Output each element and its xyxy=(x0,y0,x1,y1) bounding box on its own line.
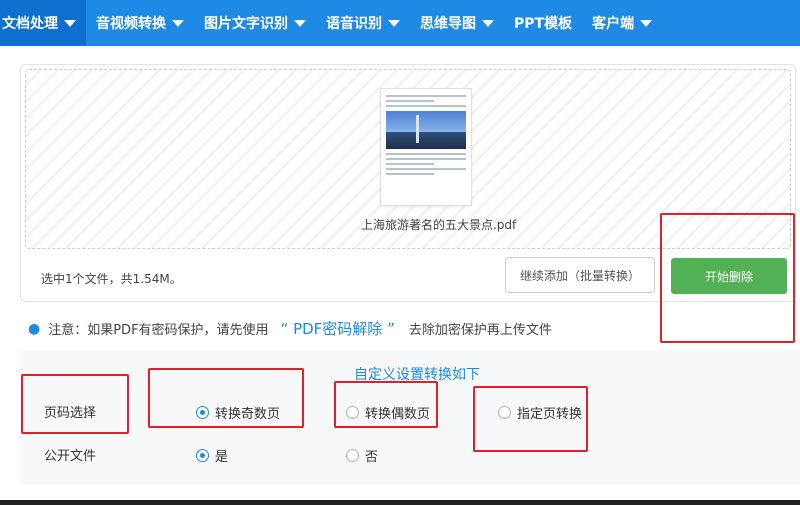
annotation-box-specified-pages xyxy=(473,386,588,452)
continue-add-button[interactable]: 继续添加（批量转换） xyxy=(505,257,655,293)
nav-item-label: 思维导图 xyxy=(420,16,476,32)
annotation-box-even-pages xyxy=(334,381,438,428)
bottom-border xyxy=(0,500,800,505)
nav-item-label: 文档处理 xyxy=(2,16,58,32)
notice-suffix: 去除加密保护再上传文件 xyxy=(408,323,552,338)
caret-down-icon xyxy=(482,19,494,27)
file-card[interactable]: 上海旅游著名的五大景点.pdf xyxy=(361,88,517,233)
bullet-icon: ● xyxy=(28,320,41,337)
annotation-box-page-select xyxy=(21,374,129,434)
pdf-thumbnail xyxy=(380,88,472,206)
annotation-box-start-button xyxy=(660,213,795,343)
notice-prefix: 注意：如果PDF有密码保护，请先使用 xyxy=(48,323,269,338)
nav-item-av-convert[interactable]: 音视频转换 xyxy=(86,0,194,46)
file-name: 上海旅游著名的五大景点.pdf xyxy=(361,218,517,232)
radio-public-yes[interactable]: 是 xyxy=(196,446,228,465)
radio-public-no[interactable]: 否 xyxy=(346,446,378,465)
nav-item-label: 图片文字识别 xyxy=(204,16,288,32)
nav-item-label: 音视频转换 xyxy=(96,16,166,32)
nav-item-document[interactable]: 文档处理 xyxy=(0,0,86,46)
nav-item-label: PPT模板 xyxy=(514,16,573,32)
selected-file-info: 选中1个文件，共1.54M。 xyxy=(41,272,182,286)
nav-item-ppt[interactable]: PPT模板 xyxy=(504,0,582,46)
radio-label: 否 xyxy=(365,450,379,465)
nav-item-label: 客户端 xyxy=(592,16,635,32)
nav-item-label: 语音识别 xyxy=(326,16,382,32)
radio-unchecked-icon xyxy=(346,449,359,462)
top-nav: 文档处理 音视频转换 图片文字识别 语音识别 思维导图 PPT模板 客户端 xyxy=(0,0,800,46)
caret-down-icon xyxy=(172,19,184,27)
radio-checked-icon xyxy=(196,449,209,462)
nav-item-ocr[interactable]: 图片文字识别 xyxy=(194,0,316,46)
caret-down-icon xyxy=(640,19,653,27)
caret-down-icon xyxy=(64,19,76,27)
password-notice: ● 注意：如果PDF有密码保护，请先使用 “ PDF密码解除 ” 去除加密保护再… xyxy=(28,318,552,339)
nav-item-speech[interactable]: 语音识别 xyxy=(316,0,410,46)
radio-label: 是 xyxy=(215,450,229,465)
city-photo-image xyxy=(386,111,466,149)
pdf-password-remove-link[interactable]: “ PDF密码解除 ” xyxy=(281,318,395,339)
nav-item-mindmap[interactable]: 思维导图 xyxy=(410,0,504,46)
nav-item-client[interactable]: 客户端 xyxy=(582,0,662,46)
caret-down-icon xyxy=(388,19,400,27)
caret-down-icon xyxy=(294,19,306,27)
public-file-label: 公开文件 xyxy=(44,449,97,464)
annotation-box-odd-pages xyxy=(148,368,304,428)
